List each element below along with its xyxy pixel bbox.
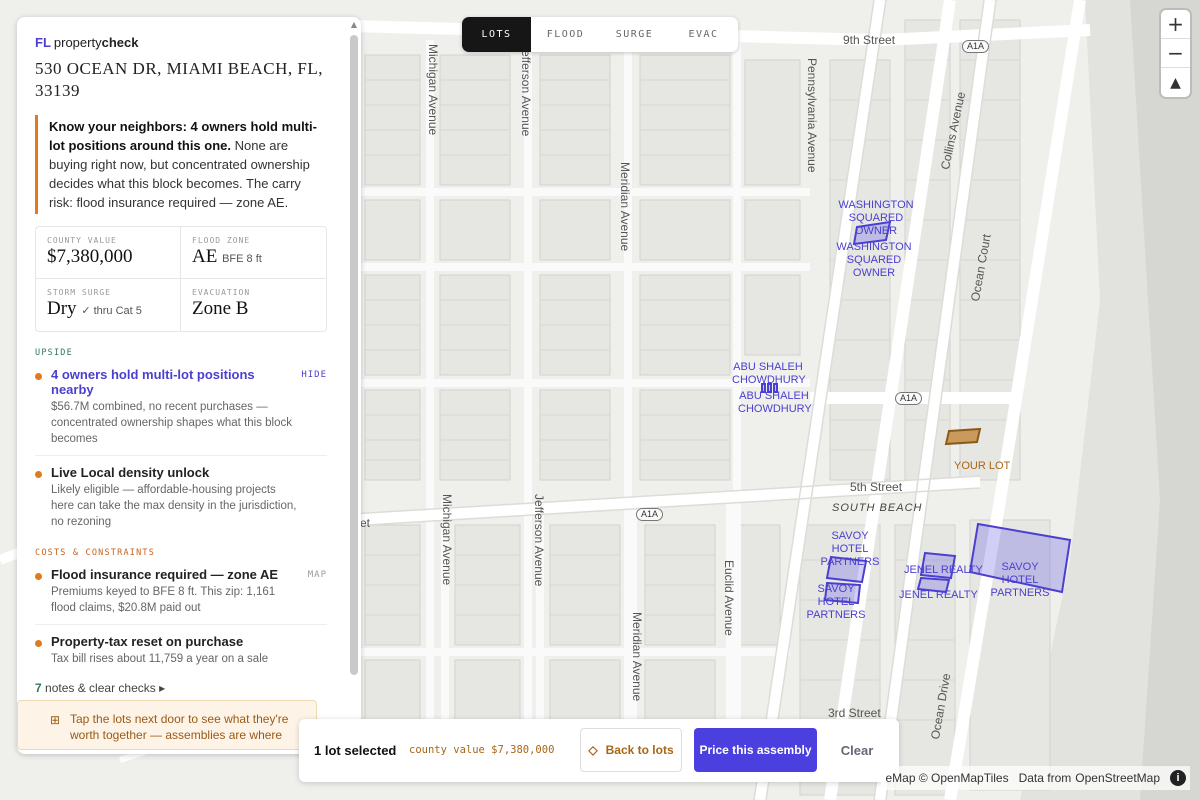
layer-tabs: LOTS FLOOD SURGE EVAC: [462, 17, 738, 52]
section-heading-upside: UPSIDE: [35, 348, 73, 358]
owner-label[interactable]: SAVOY HOTEL PARTNERS: [798, 583, 874, 622]
list-item[interactable]: 4 owners hold multi-lot positions nearby…: [35, 358, 327, 456]
costs-list: Flood insurance required — zone AE Premi…: [35, 558, 345, 675]
price-assembly-button[interactable]: Price this assembly: [694, 728, 817, 772]
owner-label[interactable]: WASHINGTON SQUARED OWNER: [826, 241, 922, 280]
tab-flood[interactable]: FLOOD: [531, 17, 600, 52]
street-label: Jefferson Avenue: [519, 44, 533, 137]
property-panel: FL propertycheck 530 OCEAN DR, MIAMI BEAC…: [17, 17, 361, 754]
bullet-dot-icon: [35, 640, 42, 647]
owner-label[interactable]: JENEL REALTY: [899, 589, 978, 602]
stat-evacuation: EVACUATION Zone B: [192, 288, 251, 319]
scroll-up-icon[interactable]: ▲: [351, 20, 357, 29]
tab-lots[interactable]: LOTS: [462, 17, 531, 52]
back-to-lots-button[interactable]: ◇ Back to lots: [580, 728, 682, 772]
street-label: Euclid Avenue: [722, 560, 736, 636]
owner-label[interactable]: ABU SHALEH CHOWDHURY: [732, 361, 806, 387]
owner-label[interactable]: SAVOY HOTEL PARTNERS: [982, 561, 1058, 600]
section-heading-costs: COSTS & CONSTRAINTS: [35, 548, 156, 558]
map-button[interactable]: MAP: [308, 570, 327, 580]
highway-shield: A1A: [895, 392, 923, 405]
tab-evac[interactable]: EVAC: [669, 17, 738, 52]
list-item[interactable]: Live Local density unlock Likely eligibl…: [35, 456, 327, 538]
zoom-out-button[interactable]: −: [1161, 39, 1190, 68]
stat-storm-surge: STORM SURGE Dry ✓ thru Cat 5: [36, 279, 181, 331]
owner-label[interactable]: WASHINGTON SQUARED OWNER: [836, 199, 916, 238]
highway-shield: A1A: [636, 508, 664, 521]
map-attribution: eMap © OpenMapTiles Data from OpenStreet…: [881, 766, 1190, 790]
list-item[interactable]: Flood insurance required — zone AE Premi…: [35, 558, 327, 625]
info-icon[interactable]: i: [1170, 770, 1186, 786]
hide-button[interactable]: HIDE: [301, 370, 327, 380]
highway-shield: A1A: [962, 40, 990, 53]
compass-icon[interactable]: ▲: [1161, 68, 1190, 97]
property-address: 530 OCEAN DR, MIAMI BEACH, FL, 33139: [35, 59, 323, 100]
diamond-icon: ◇: [588, 743, 598, 757]
your-lot-label[interactable]: YOUR LOT: [954, 460, 1010, 473]
street-label: 9th Street: [843, 33, 896, 47]
panel-content: FL propertycheck 530 OCEAN DR, MIAMI BEAC…: [17, 17, 345, 754]
owner-label[interactable]: JENEL REALTY: [904, 564, 983, 577]
owner-label[interactable]: ABU SHALEH CHOWDHURY: [738, 390, 812, 416]
selection-value: county value $7,380,000: [409, 744, 555, 756]
street-label: Michigan Avenue: [426, 44, 440, 136]
street-label: Pennsylvania Avenue: [805, 58, 819, 173]
bullet-dot-icon: [35, 573, 42, 580]
street-label: Meridian Avenue: [618, 162, 632, 252]
street-label: Meridian Avenue: [630, 612, 644, 702]
zoom-controls: + − ▲: [1161, 10, 1190, 97]
stat-county-value: COUNTY VALUE $7,380,000: [36, 227, 181, 279]
street-label: Jefferson Avenue: [532, 494, 546, 587]
zoom-in-button[interactable]: +: [1161, 10, 1190, 39]
grid-icon: ⊞: [50, 713, 61, 727]
street-label: 3rd Street: [828, 706, 881, 720]
assembly-tip: ⊞ Tap the lots next door to see what the…: [17, 700, 317, 750]
notes-link[interactable]: 7 notes & clear checks ▸: [35, 681, 345, 695]
selection-count: 1 lot selected: [314, 743, 397, 758]
area-label: SOUTH BEACH: [832, 502, 923, 514]
stat-flood-zone: FLOOD ZONE AE BFE 8 ft: [181, 227, 326, 279]
scrollbar[interactable]: [350, 35, 358, 675]
stats-grid: COUNTY VALUE $7,380,000 FLOOD ZONE AE BF…: [35, 226, 327, 332]
summary-callout: Know your neighbors: 4 owners hold multi…: [35, 115, 327, 214]
street-label: 5th Street: [850, 480, 903, 494]
selection-bar: 1 lot selected county value $7,380,000 ◇…: [299, 719, 899, 782]
tab-surge[interactable]: SURGE: [600, 17, 669, 52]
bullet-dot-icon: [35, 373, 42, 380]
owner-label[interactable]: SAVOY HOTEL PARTNERS: [812, 530, 888, 569]
list-item[interactable]: Property-tax reset on purchase Tax bill …: [35, 625, 327, 675]
upside-list: 4 owners hold multi-lot positions nearby…: [35, 358, 345, 538]
street-label: et: [360, 516, 371, 530]
bullet-dot-icon: [35, 471, 42, 478]
clear-button[interactable]: Clear: [829, 743, 885, 758]
street-label: Michigan Avenue: [440, 494, 454, 586]
brand-logo[interactable]: FL propertycheck: [35, 35, 345, 50]
